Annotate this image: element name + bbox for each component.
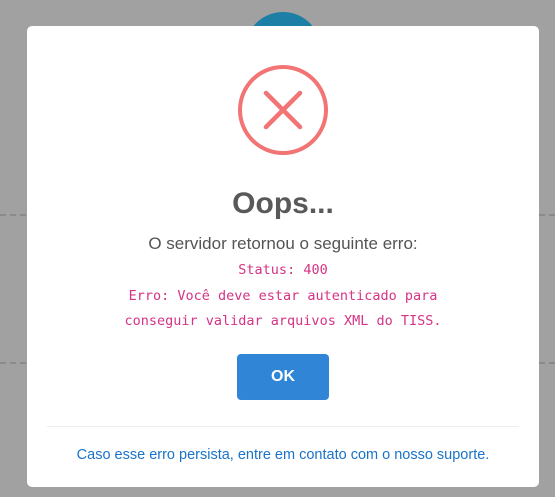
error-x-icon (238, 65, 328, 155)
error-detail-line-2: conseguir validar arquivos XML do TISS. (124, 313, 442, 329)
error-detail-line-1: Erro: Você deve estar autenticado para (128, 288, 438, 304)
footer-divider (47, 426, 519, 427)
support-link[interactable]: Caso esse erro persista, entre em contat… (27, 445, 539, 465)
error-status: Status: 400 (238, 262, 328, 278)
dialog-title: Oops... (232, 187, 334, 220)
error-dialog: Oops... O servidor retornou o seguinte e… (27, 26, 539, 487)
ok-button[interactable]: OK (237, 354, 329, 400)
dialog-message: O servidor retornou o seguinte erro: (148, 234, 418, 253)
